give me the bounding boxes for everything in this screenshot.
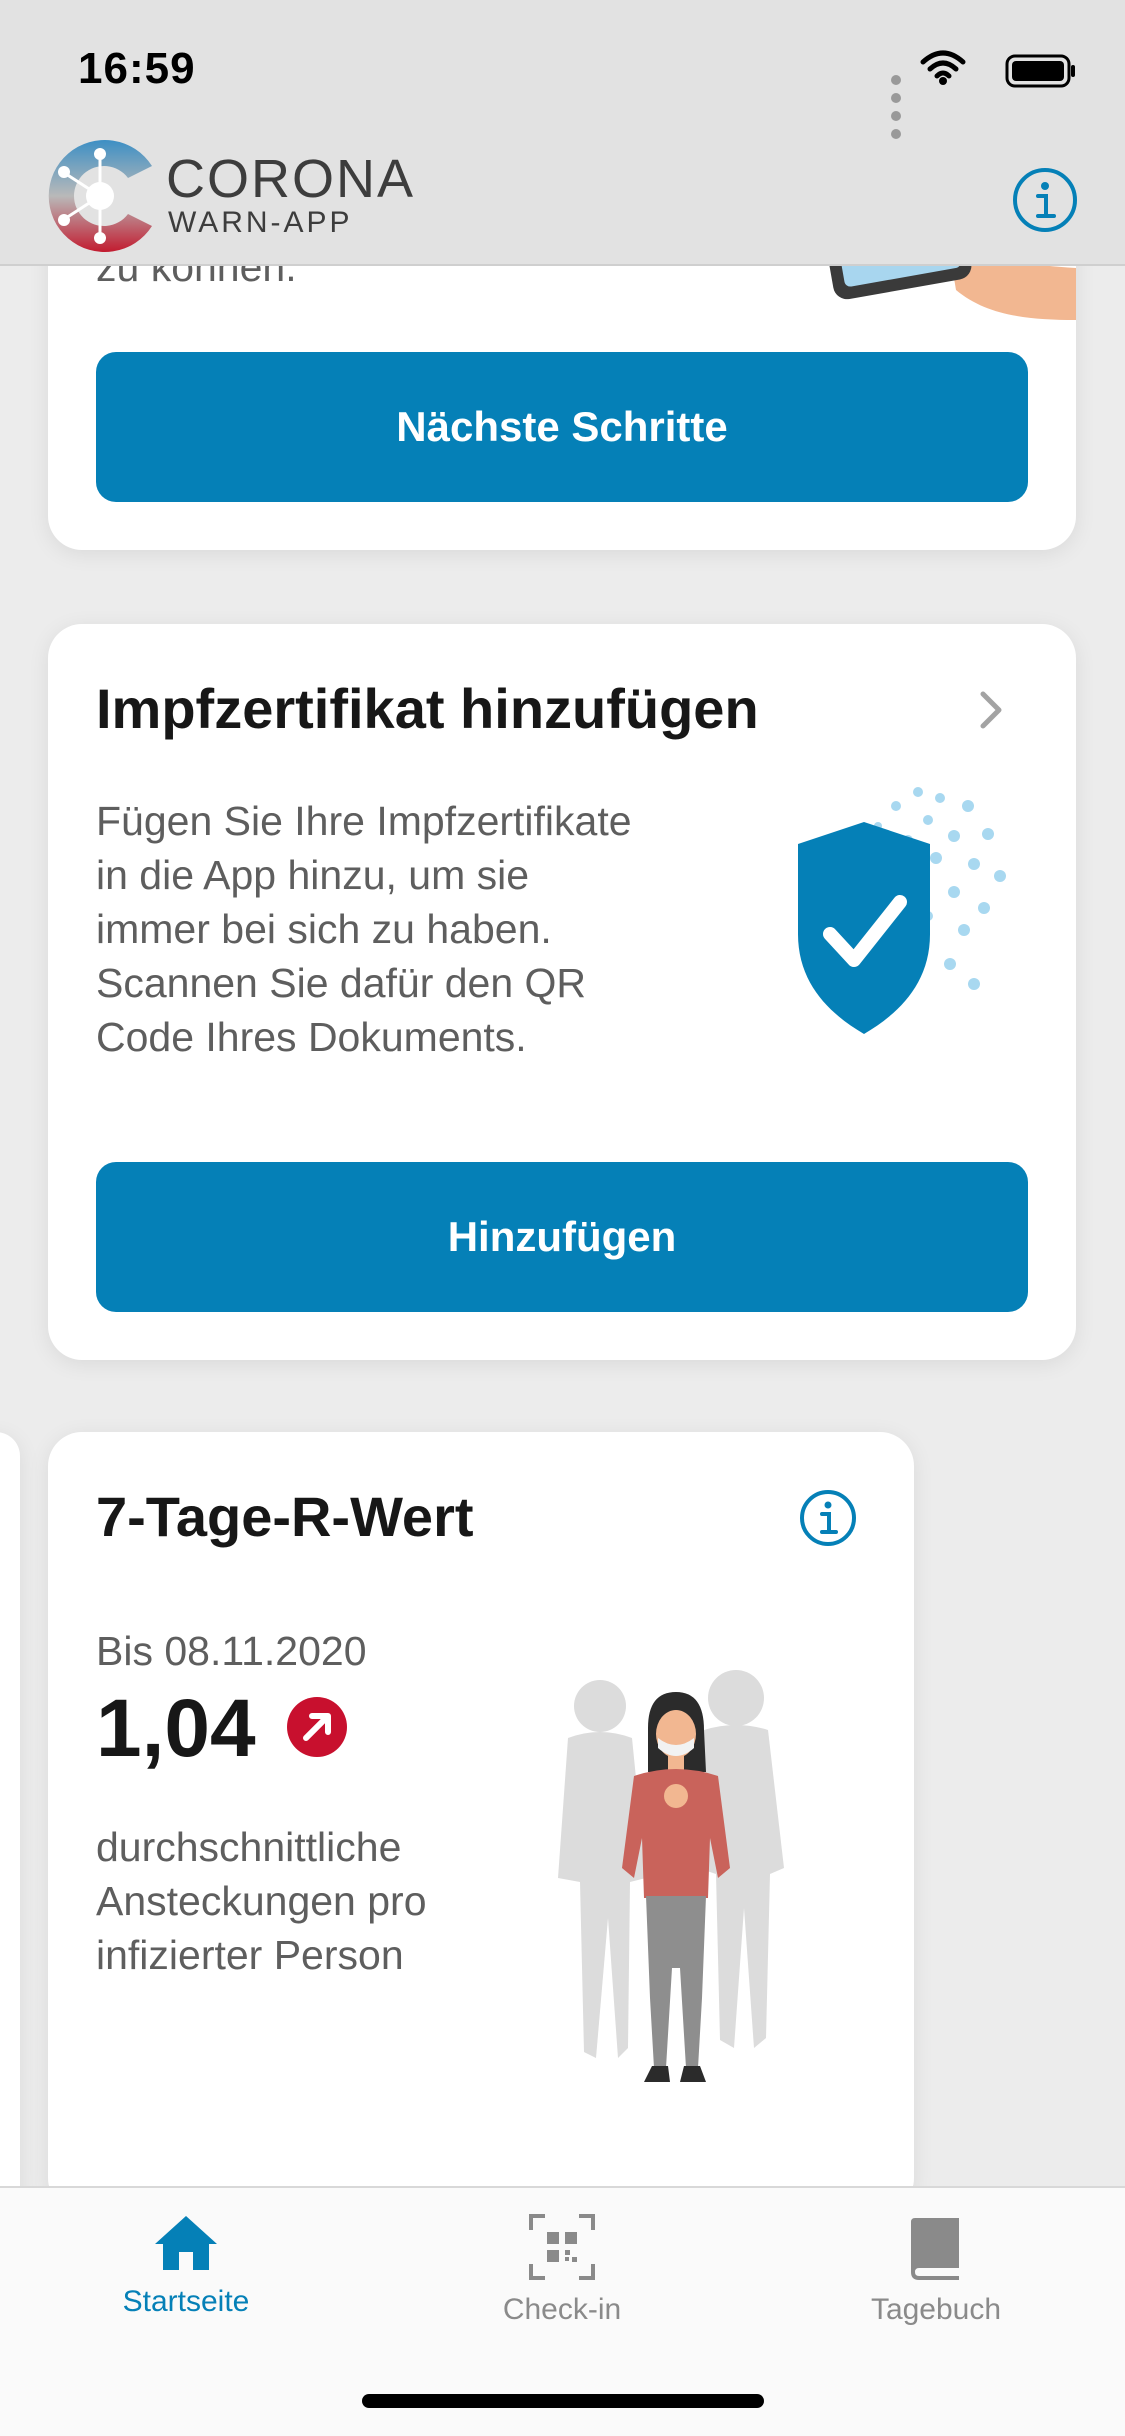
trend-up-icon	[287, 1697, 347, 1757]
people-illustration	[558, 1670, 784, 2082]
battery-icon	[1005, 54, 1075, 88]
tab-label: Check-in	[502, 2293, 622, 2326]
vaccination-certificate-card[interactable]: Impfzertifikat hinzufügen Fügen Sie Ihre…	[48, 624, 1076, 1360]
cellular-signal-icon	[886, 72, 901, 144]
app-header: 16:59 CORONA WARN-APP	[0, 0, 1125, 266]
tab-label: Tagebuch	[870, 2293, 1002, 2326]
corona-warn-app-logo-icon	[48, 140, 153, 252]
r-value-description: durchschnittliche Ansteckungen pro infiz…	[96, 1824, 427, 1978]
tab-label: Startseite	[122, 2285, 250, 2318]
book-icon	[911, 2218, 959, 2280]
vaccination-card-title: Impfzertifikat hinzufügen	[96, 677, 759, 740]
vaccination-card-description: Fügen Sie Ihre Impfzertifikate in die Ap…	[96, 798, 632, 1060]
status-time: 16:59	[78, 44, 196, 93]
home-indicator[interactable]	[362, 2394, 764, 2408]
wifi-icon	[920, 50, 966, 85]
r-value-card[interactable]: 7-Tage-R-Wert Bis 08.11.2020 1,04 durchs…	[48, 1432, 914, 2212]
shield-check-icon	[798, 787, 1006, 1034]
r-value-number: 1,04	[96, 1683, 256, 1774]
r-value-title: 7-Tage-R-Wert	[96, 1485, 474, 1548]
r-value-date: Bis 08.11.2020	[96, 1628, 367, 1674]
brand-name: CORONA	[166, 149, 416, 209]
home-icon	[155, 2216, 217, 2270]
chevron-right-icon	[980, 691, 1002, 729]
info-icon[interactable]	[1011, 166, 1079, 234]
add-certificate-button[interactable]: Hinzufügen	[96, 1162, 1028, 1312]
qr-code-icon	[529, 2214, 595, 2280]
brand-subname: WARN-APP	[168, 206, 353, 239]
info-icon[interactable]	[798, 1488, 858, 1548]
previous-statistics-card-edge[interactable]	[0, 1432, 20, 2212]
next-steps-button[interactable]: Nächste Schritte	[96, 352, 1028, 502]
tab-check-in[interactable]: Check-in	[412, 2212, 712, 2327]
tab-tagebuch[interactable]: Tagebuch	[786, 2212, 1086, 2327]
tab-startseite[interactable]: Startseite	[36, 2212, 336, 2319]
